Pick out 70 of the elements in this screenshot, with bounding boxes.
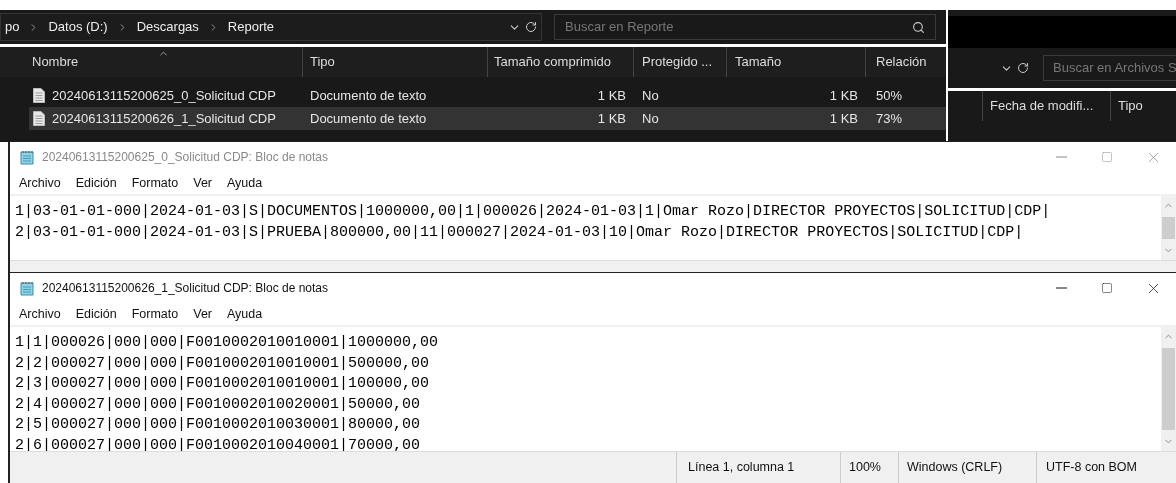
menu-item[interactable]: Archivo [19, 304, 61, 324]
document-icon [33, 111, 45, 126]
text-line: 1|03-01-01-000|2024-01-03|S|DOCUMENTOS|1000000,00|1|000026|2024-01-03|1|Omar Rozo|DIRECTOR PROYECTOS|SOLICITUD|CDP| [15, 202, 1052, 222]
breadcrumb-item[interactable]: Descargas [136, 17, 199, 37]
window-title: 20240613115200625_0_Solicitud CDP: Bloc de notas [42, 149, 328, 166]
file-row[interactable]: 20240613115200626_1_Solicitud CDP Documento de texto 1 KB No 1 KB 73% [29, 107, 946, 130]
status-field: Windows (CRLF) [898, 452, 1036, 483]
search-icon [912, 20, 925, 34]
status-field: Línea 1, columna 1 [676, 452, 840, 483]
breadcrumb-item[interactable]: Reporte [227, 17, 275, 37]
status-field: 100% [840, 452, 898, 483]
search-placeholder: Buscar en Reporte [565, 18, 674, 37]
menu-item[interactable]: Archivo [19, 173, 61, 193]
file-type: Documento de texto [310, 87, 427, 103]
ratio-value: 73% [876, 110, 903, 126]
menu-item[interactable]: Edición [75, 304, 117, 324]
scrollbar-thumb[interactable] [1162, 217, 1175, 239]
text-line: 2|03-01-01-000|2024-01-03|S|PRUEBA|800000,00|11|000027|2024-01-03|10|Omar Rozo|DIRECTOR PROYECTOS|SOLICITUD|CDP| [15, 222, 1025, 243]
column-header[interactable]: Fecha de modifi... [982, 91, 1110, 121]
file-size: 1 KB [829, 109, 858, 128]
address-bar[interactable]: po Datos (D:) Descargas Reporte [0, 13, 542, 41]
menu-item[interactable]: Ver [193, 304, 212, 324]
column-header[interactable]: Protegido ... [634, 47, 727, 77]
menu-item[interactable]: Ayuda [227, 173, 263, 193]
column-header[interactable]: Tipo [1110, 91, 1150, 121]
file-type: Documento de texto [310, 110, 427, 126]
column-header[interactable]: Tipo [303, 47, 488, 77]
file-size: 1 KB [829, 86, 858, 105]
notepad-icon [20, 280, 36, 296]
file-row[interactable]: 20240613115200625_0_Solicitud CDP Documento de texto 1 KB No 1 KB 50% [29, 84, 946, 107]
column-header[interactable]: Tamaño comprimido [488, 47, 634, 77]
column-header[interactable]: Relación [866, 47, 946, 77]
menu-item[interactable]: Formato [131, 173, 179, 193]
maximize-icon [1101, 282, 1113, 294]
file-name: 20240613115200625_0_Solicitud CDP [52, 86, 276, 105]
menu-item[interactable]: Formato [131, 304, 179, 324]
status-field: UTF-8 con BOM [1036, 452, 1137, 483]
column-header[interactable]: Tamaño [727, 47, 866, 77]
search-field[interactable]: Buscar en Archivos S [1043, 55, 1176, 81]
text-line: 2|3|000027|000|000|F0010002010010001|100000,00 [15, 374, 431, 394]
vertical-scrollbar[interactable] [1161, 327, 1176, 451]
minimize-icon [1055, 287, 1067, 289]
column-header[interactable]: Nombre [0, 47, 303, 77]
search-placeholder: Buscar en Archivos S [1053, 59, 1176, 78]
refresh-icon[interactable] [1017, 62, 1029, 74]
scrollbar-thumb[interactable] [1162, 348, 1175, 430]
text-line: 2|2|000027|000|000|F0010002010010001|500000,00 [15, 353, 431, 374]
file-name: 20240613115200626_1_Solicitud CDP [52, 109, 276, 128]
text-line: 1|1|000026|000|000|F0010002010010001|1000000,00 [15, 333, 440, 353]
breadcrumb-item[interactable]: po [5, 17, 20, 37]
menu-item[interactable]: Edición [75, 173, 117, 193]
window-title: 20240613115200626_1_Solicitud CDP: Bloc de notas [42, 280, 328, 297]
menu-item[interactable]: Ayuda [227, 304, 263, 324]
refresh-icon[interactable] [525, 21, 537, 33]
notepad-icon [20, 149, 36, 165]
ratio-value: 50% [876, 87, 903, 103]
protected-value: No [642, 110, 659, 126]
breadcrumb-item[interactable]: Datos (D:) [48, 17, 108, 37]
search-field[interactable]: Buscar en Reporte [554, 14, 936, 40]
text-line: 2|4|000027|000|000|F0010002010020001|50000,00 [15, 394, 422, 415]
document-icon [33, 88, 45, 103]
minimize-icon [1055, 156, 1067, 158]
vertical-scrollbar[interactable] [1161, 196, 1176, 260]
protected-value: No [642, 87, 659, 103]
compressed-size: 1 KB [597, 109, 626, 128]
menu-item[interactable]: Ver [193, 173, 212, 193]
compressed-size: 1 KB [597, 86, 626, 105]
text-line: 2|5|000027|000|000|F0010002010030001|80000,00 [15, 415, 422, 435]
maximize-icon [1101, 151, 1113, 163]
text-line: 2|6|000027|000|000|F0010002010040001|70000,00 [15, 435, 422, 456]
